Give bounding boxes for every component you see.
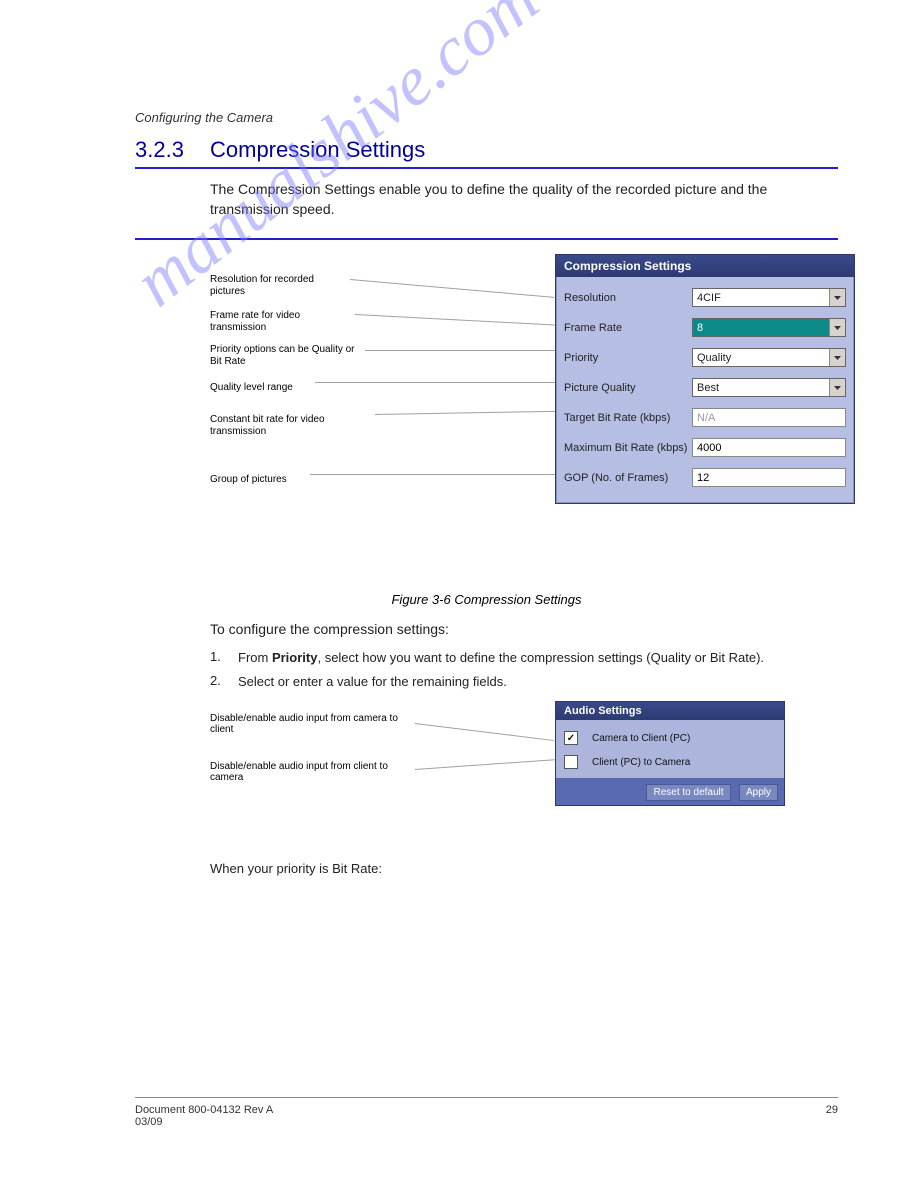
intro-paragraph: The Compression Settings enable you to d… xyxy=(210,179,838,220)
callout-framerate: Frame rate for video transmission xyxy=(210,310,350,334)
heading-title: Compression Settings xyxy=(210,137,425,163)
framerate-label: Frame Rate xyxy=(564,322,692,334)
compression-panel-body: Resolution 4CIF Frame Rate 8 Priority xyxy=(556,277,854,503)
apply-button[interactable]: Apply xyxy=(739,784,778,801)
gop-input[interactable]: 12 xyxy=(692,468,846,487)
reset-button[interactable]: Reset to default xyxy=(646,784,730,801)
callout-resolution: Resolution for recorded pictures xyxy=(210,274,350,298)
callout-line xyxy=(355,314,555,325)
step-2-number: 2. xyxy=(210,673,238,691)
callout-audio-client-to-cam: Disable/enable audio input from client t… xyxy=(210,761,410,783)
target-bitrate-label: Target Bit Rate (kbps) xyxy=(564,412,692,424)
callout-line xyxy=(315,382,555,383)
checkbox-client-to-cam[interactable] xyxy=(564,755,578,769)
section-heading: 3.2.3 Compression Settings xyxy=(135,137,838,169)
figure-audio: Disable/enable audio input from camera t… xyxy=(210,701,838,831)
max-bitrate-label: Maximum Bit Rate (kbps) xyxy=(564,442,692,454)
chevron-down-icon xyxy=(829,379,845,396)
cam-to-client-label: Camera to Client (PC) xyxy=(592,733,690,744)
checkbox-cam-to-client[interactable]: ✓ xyxy=(564,731,578,745)
max-bitrate-input[interactable]: 4000 xyxy=(692,438,846,457)
resolution-value: 4CIF xyxy=(693,289,829,306)
priority-value: Quality xyxy=(693,349,829,366)
callout-line xyxy=(350,279,554,298)
row-client-to-cam: Client (PC) to Camera xyxy=(564,750,776,774)
client-to-cam-label: Client (PC) to Camera xyxy=(592,757,690,768)
row-resolution: Resolution 4CIF xyxy=(564,283,846,313)
footer-left: Document 800-04132 Rev A 03/09 xyxy=(135,1104,273,1128)
step-2: 2. Select or enter a value for the remai… xyxy=(210,673,838,691)
breadcrumb: Configuring the Camera xyxy=(135,110,838,125)
step-1-text: From Priority, select how you want to de… xyxy=(238,649,838,667)
audio-panel-body: ✓ Camera to Client (PC) Client (PC) to C… xyxy=(556,720,784,778)
chevron-down-icon xyxy=(829,319,845,336)
callout-line xyxy=(365,350,555,351)
figure-compression: Resolution for recorded pictures Frame r… xyxy=(210,254,838,574)
callout-audio-cam-to-client: Disable/enable audio input from camera t… xyxy=(210,713,410,735)
priority-label: Priority xyxy=(564,352,692,364)
callout-bitrate: Constant bit rate for video transmission xyxy=(210,414,370,438)
callout-line xyxy=(310,474,555,475)
figure-caption-1: Figure 3-6 Compression Settings xyxy=(135,592,838,607)
step-1-number: 1. xyxy=(210,649,238,667)
callout-line xyxy=(415,760,555,771)
callout-line xyxy=(415,723,554,741)
compression-panel-title: Compression Settings xyxy=(556,255,854,277)
row-picture-quality: Picture Quality Best xyxy=(564,373,846,403)
compression-panel: Compression Settings Resolution 4CIF Fra… xyxy=(555,254,855,504)
framerate-value: 8 xyxy=(693,319,829,336)
picture-quality-select[interactable]: Best xyxy=(692,378,846,397)
picture-quality-label: Picture Quality xyxy=(564,382,692,394)
resolution-label: Resolution xyxy=(564,292,692,304)
audio-panel: Audio Settings ✓ Camera to Client (PC) C… xyxy=(555,701,785,806)
row-target-bitrate: Target Bit Rate (kbps) N/A xyxy=(564,403,846,433)
following-paragraph: When your priority is Bit Rate: xyxy=(210,861,838,876)
callout-quality: Quality level range xyxy=(210,382,340,394)
row-cam-to-client: ✓ Camera to Client (PC) xyxy=(564,726,776,750)
row-priority: Priority Quality xyxy=(564,343,846,373)
chevron-down-icon xyxy=(829,349,845,366)
callout-priority: Priority options can be Quality or Bit R… xyxy=(210,344,360,368)
target-bitrate-input: N/A xyxy=(692,408,846,427)
callout-line xyxy=(375,410,555,414)
priority-select[interactable]: Quality xyxy=(692,348,846,367)
row-gop: GOP (No. of Frames) 12 xyxy=(564,463,846,493)
procedure-intro: To configure the compression settings: xyxy=(210,619,838,639)
callout-gop: Group of pictures xyxy=(210,474,340,486)
audio-panel-title: Audio Settings xyxy=(556,702,784,720)
picture-quality-value: Best xyxy=(693,379,829,396)
resolution-select[interactable]: 4CIF xyxy=(692,288,846,307)
row-max-bitrate: Maximum Bit Rate (kbps) 4000 xyxy=(564,433,846,463)
footer-right-page-number: 29 xyxy=(826,1104,838,1128)
chevron-down-icon xyxy=(829,289,845,306)
gop-label: GOP (No. of Frames) xyxy=(564,472,692,484)
step-2-text: Select or enter a value for the remainin… xyxy=(238,673,838,691)
page-footer: Document 800-04132 Rev A 03/09 29 xyxy=(135,1097,838,1128)
audio-panel-footer: Reset to default Apply xyxy=(556,778,784,805)
step-1: 1. From Priority, select how you want to… xyxy=(210,649,838,667)
divider-line xyxy=(135,238,838,240)
row-framerate: Frame Rate 8 xyxy=(564,313,846,343)
framerate-select[interactable]: 8 xyxy=(692,318,846,337)
heading-index: 3.2.3 xyxy=(135,137,210,163)
